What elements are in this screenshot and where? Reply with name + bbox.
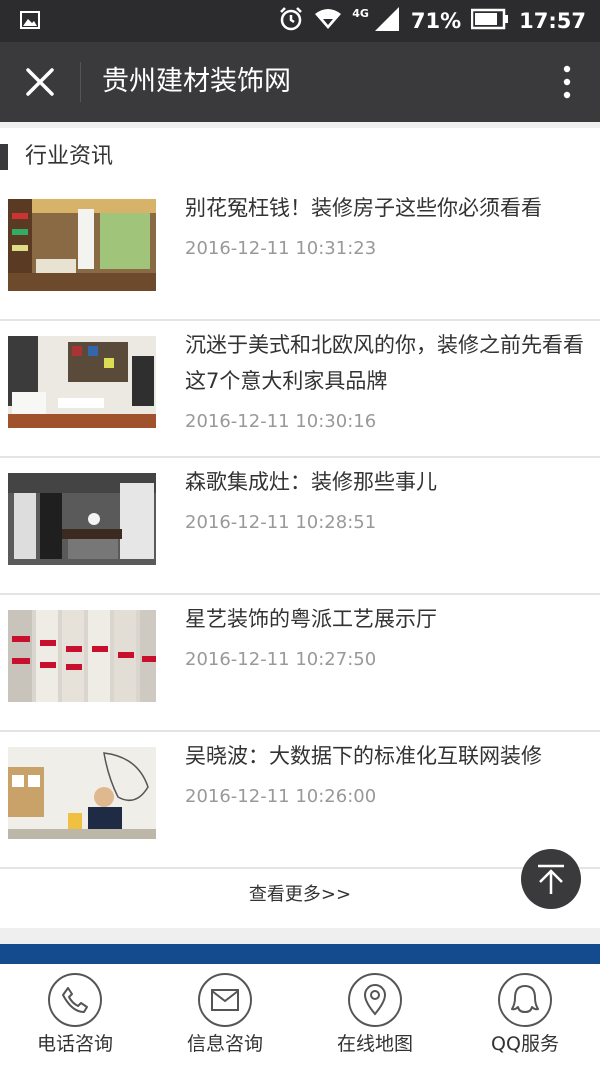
battery-percent: 71% [410,9,462,33]
content-panel: 行业资讯 别花冤枉钱！装修房子这些你必须看看 2016-12-11 10:31: [0,128,600,928]
news-item[interactable]: 别花冤枉钱！装修房子这些你必须看看 2016-12-11 10:31:23 [0,184,600,321]
mail-icon-circle [198,973,252,1027]
mail-icon [211,989,239,1011]
alarm-icon [278,6,304,37]
page-title: 贵州建材装饰网 [102,66,291,97]
nav-label: 电话咨询 [36,1033,113,1055]
map-pin-icon-circle [348,973,402,1027]
section-header: 行业资讯 [0,142,600,172]
accent-band [0,944,600,964]
back-to-top-button[interactable] [521,849,581,909]
news-thumbnail [8,747,156,839]
view-more-link[interactable]: 查看更多>> [0,866,600,924]
more-menu-button[interactable] [560,64,574,100]
signal-icon [373,6,401,37]
news-time: 2016-12-11 10:26:00 [185,786,377,807]
news-thumbnail [8,610,156,702]
more-vertical-icon [563,65,571,99]
news-time: 2016-12-11 10:30:16 [185,411,377,432]
phone-icon [62,987,88,1013]
news-time: 2016-12-11 10:31:23 [185,238,377,259]
network-type: 4G [352,6,369,20]
news-title: 吴晓波：大数据下的标准化互联网装修 [185,744,542,768]
news-title: 星艺装饰的粤派工艺展示厅 [185,607,437,631]
clock-time: 17:57 [519,9,586,33]
section-marker [0,144,8,170]
news-item[interactable]: 沉迷于美式和北欧风的你，装修之前先看看这7个意大利家具品牌 2016-12-11… [0,321,600,458]
news-item[interactable]: 森歌集成灶：装修那些事儿 2016-12-11 10:28:51 [0,458,600,595]
wifi-icon [314,8,342,35]
news-time: 2016-12-11 10:28:51 [185,512,377,533]
nav-info-consult[interactable]: 信息咨询 [150,964,300,1067]
map-pin-icon [363,984,387,1016]
nav-phone-consult[interactable]: 电话咨询 [0,964,150,1067]
bottom-nav: 电话咨询 信息咨询 在线地图 QQ服务 [0,964,600,1067]
arrow-up-icon [538,864,564,894]
news-title: 别花冤枉钱！装修房子这些你必须看看 [185,196,542,220]
close-icon [26,68,54,96]
news-thumbnail [8,336,156,428]
status-bar: 4G 71% 17:57 [0,0,600,42]
battery-icon [470,8,509,35]
qq-icon [511,985,539,1013]
qq-icon-circle [498,973,552,1027]
news-thumbnail [8,199,156,291]
gallery-notification-icon [20,11,40,33]
news-item[interactable]: 吴晓波：大数据下的标准化互联网装修 2016-12-11 10:26:00 [0,732,600,869]
title-divider [80,62,81,102]
news-thumbnail [8,473,156,565]
nav-label: 信息咨询 [186,1033,263,1055]
title-bar: 贵州建材装饰网 [0,42,600,122]
nav-label: QQ服务 [491,1033,559,1055]
phone-icon-circle [48,973,102,1027]
news-title: 森歌集成灶：装修那些事儿 [185,470,437,494]
nav-label: 在线地图 [336,1033,413,1055]
news-title: 沉迷于美式和北欧风的你，装修之前先看看这7个意大利家具品牌 [185,333,584,393]
section-title: 行业资讯 [25,144,114,169]
news-time: 2016-12-11 10:27:50 [185,649,377,670]
news-item[interactable]: 星艺装饰的粤派工艺展示厅 2016-12-11 10:27:50 [0,595,600,732]
close-button[interactable] [22,64,58,100]
nav-online-map[interactable]: 在线地图 [300,964,450,1067]
nav-qq-service[interactable]: QQ服务 [450,964,600,1067]
